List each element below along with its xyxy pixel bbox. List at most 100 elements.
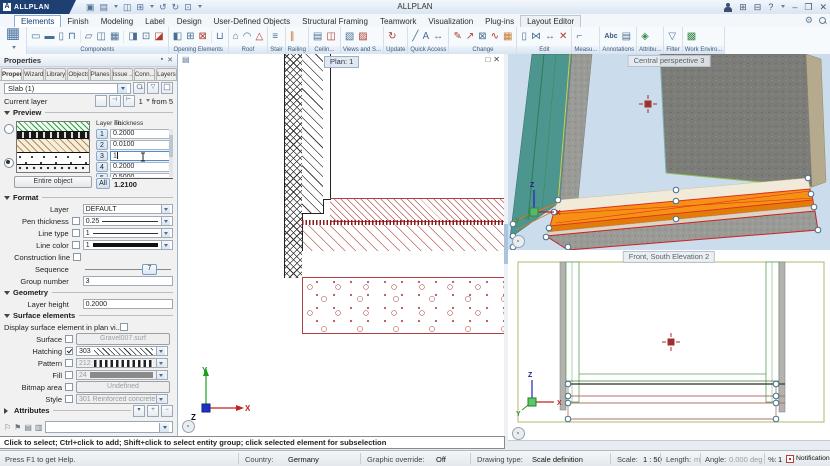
qat-dropdown-icon[interactable]: [197, 1, 202, 13]
ribbon-gallery-button[interactable]: ▦: [0, 27, 27, 54]
mirror-icon[interactable]: ⋈: [531, 31, 541, 42]
filter-properties-button[interactable]: ▽: [147, 82, 159, 94]
close-button[interactable]: ✕: [819, 1, 827, 13]
wall-insulation-hatch[interactable]: [284, 54, 303, 278]
entire-object-radio[interactable]: [4, 158, 14, 168]
stair-icon[interactable]: ≡: [272, 31, 278, 42]
plan-view-title[interactable]: Plan: 1: [324, 56, 359, 68]
attributes-icon[interactable]: ◈: [641, 31, 649, 42]
elevation-view-title[interactable]: Front, South Elevation 2: [623, 251, 715, 263]
layer-number-cell[interactable]: 3: [96, 151, 108, 161]
minimize-button[interactable]: –: [792, 1, 797, 13]
slab-icon[interactable]: ▱: [85, 31, 93, 42]
sequence-slider[interactable]: 7: [83, 264, 173, 274]
user-account-icon[interactable]: [724, 3, 732, 12]
style-checkbox[interactable]: [65, 395, 73, 403]
section-surface-elements[interactable]: Surface elements: [0, 310, 177, 321]
ceiling-icon[interactable]: ▤: [313, 31, 322, 42]
hatching-checkbox[interactable]: [65, 347, 73, 355]
tab-user-defined-objects[interactable]: User-Defined Objects: [208, 16, 296, 27]
navigation-compass-icon[interactable]: [182, 420, 195, 433]
section-attributes[interactable]: Attributes ▾ + −: [0, 405, 177, 416]
help-dropdown-icon[interactable]: [780, 1, 785, 13]
redo-icon[interactable]: ↻: [172, 1, 180, 13]
thickness-input[interactable]: 0.2000: [110, 129, 173, 139]
fill-select[interactable]: 24: [76, 370, 168, 380]
slab-layer-screed[interactable]: [330, 198, 508, 222]
style-select[interactable]: 301 Reinforced concrete: [76, 394, 168, 404]
window-opening-icon[interactable]: ⊞: [186, 31, 194, 42]
selection-handle[interactable]: [565, 244, 571, 250]
single-layer-radio[interactable]: [4, 124, 14, 134]
thickness-input-active[interactable]: 1: [110, 151, 173, 161]
concrete-wall-right[interactable]: [660, 54, 812, 187]
tab-layers[interactable]: Layers: [156, 68, 177, 80]
filter-icon[interactable]: ▽: [668, 31, 676, 42]
tab-library[interactable]: Library: [45, 68, 66, 80]
section-format[interactable]: Format: [0, 192, 177, 203]
tab-teamwork[interactable]: Teamwork: [374, 16, 422, 27]
perspective-viewport[interactable]: Z X Y Central perspective 3: [508, 54, 830, 251]
layer-number-cell[interactable]: 1: [96, 129, 108, 139]
attributes-dropdown-button[interactable]: ▾: [133, 405, 145, 417]
graphic-override-value[interactable]: Off: [436, 455, 446, 464]
wall-left-concrete[interactable]: [560, 262, 566, 410]
slab-layer-void[interactable]: [302, 251, 508, 278]
surface-file-button[interactable]: Gravel007.surf: [76, 333, 170, 345]
thickness-input[interactable]: 0.2000: [110, 162, 173, 172]
project-icon[interactable]: ▣: [86, 1, 95, 13]
load-favorite-icon[interactable]: ⚐: [4, 423, 11, 432]
slab-layer-insulation[interactable]: [302, 225, 508, 252]
selection-handle[interactable]: [773, 393, 779, 399]
edit-pencil-icon[interactable]: ✎: [453, 31, 461, 42]
drawing-type-value[interactable]: Scale definition: [532, 455, 583, 464]
open-dropdown-icon[interactable]: [113, 1, 118, 13]
spline-icon[interactable]: ∿: [491, 31, 499, 42]
copy-icon[interactable]: ⊡: [184, 1, 192, 13]
line-color-checkbox[interactable]: [72, 241, 80, 249]
angle-value[interactable]: 0.000: [729, 455, 748, 464]
text-icon[interactable]: A: [422, 31, 429, 42]
pattern-dropdown-icon[interactable]: [156, 359, 165, 367]
open-icon[interactable]: ▤: [100, 1, 109, 13]
pen-thickness-select[interactable]: 0.25: [83, 216, 173, 226]
tab-planes[interactable]: Planes: [90, 68, 111, 80]
wall-right-concrete[interactable]: [779, 262, 785, 412]
wall-opening-icon[interactable]: ⊠: [199, 31, 207, 42]
selector-dropdown-icon[interactable]: [117, 84, 127, 93]
section-geometry[interactable]: Geometry: [0, 287, 177, 298]
all-layers-cell[interactable]: All: [96, 178, 110, 189]
fill-checkbox[interactable]: [65, 371, 73, 379]
thickness-input[interactable]: 0.0100: [110, 140, 173, 150]
layer-select-dropdown-icon[interactable]: [161, 205, 170, 213]
roof-plane-icon[interactable]: ⌂: [233, 31, 239, 42]
window-dropdown-icon[interactable]: [149, 1, 154, 13]
close-view-button[interactable]: ✕: [493, 55, 503, 64]
measure-icon[interactable]: ⌐: [576, 31, 582, 42]
selection-handle[interactable]: [773, 400, 779, 406]
tab-finish[interactable]: Finish: [61, 16, 94, 27]
bitmap-area-checkbox[interactable]: [65, 383, 73, 391]
delete-icon[interactable]: ✕: [559, 31, 567, 42]
bitmap-area-button[interactable]: Undefined: [76, 381, 170, 393]
layer-preview-swatch[interactable]: [16, 121, 90, 173]
pattern-checkbox[interactable]: [65, 359, 73, 367]
point-element-icon[interactable]: ⊡: [142, 31, 150, 42]
layer-number-cell[interactable]: 5: [96, 173, 108, 177]
search-icon[interactable]: [819, 17, 826, 24]
mesh-icon[interactable]: ▦: [110, 31, 119, 42]
thickness-input[interactable]: 0.5000: [110, 173, 173, 177]
selection-handle[interactable]: [673, 216, 679, 222]
selection-handle[interactable]: [808, 191, 814, 197]
save-icon[interactable]: ◫: [123, 1, 132, 13]
percent-value[interactable]: 1: [778, 455, 782, 464]
tab-design[interactable]: Design: [171, 16, 208, 27]
perspective-view-title[interactable]: Central perspective 3: [628, 55, 711, 67]
selection-handle[interactable]: [565, 416, 571, 422]
style-dropdown-icon[interactable]: [156, 395, 165, 403]
selection-handle[interactable]: [773, 381, 779, 387]
layer-number-cell[interactable]: 2: [96, 140, 108, 150]
selection-handle[interactable]: [555, 197, 561, 203]
group-number-input[interactable]: 3: [83, 276, 173, 286]
copy-element-icon[interactable]: ▯: [521, 31, 527, 42]
